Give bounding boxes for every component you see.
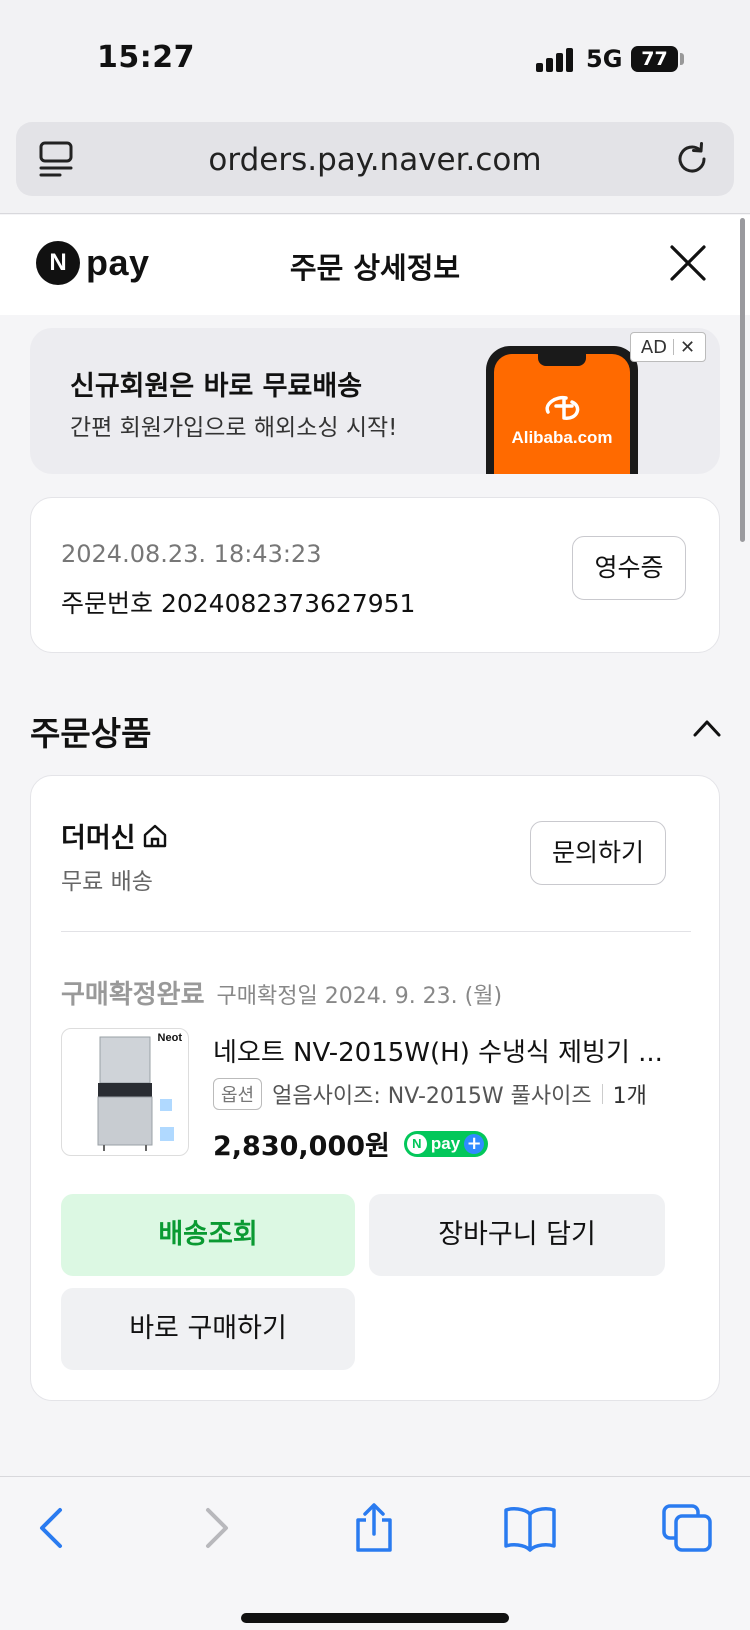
product-price: 2,830,000원 <box>213 1131 390 1162</box>
add-to-cart-button[interactable]: 장바구니 담기 <box>369 1194 665 1276</box>
share-icon[interactable] <box>346 1502 402 1554</box>
address-bar[interactable]: orders.pay.naver.com <box>16 122 734 196</box>
page-header: N pay 주문 상세정보 <box>0 215 750 315</box>
product-option: 옵션 얼음사이즈: NV-2015W 풀사이즈 1개 <box>213 1078 647 1110</box>
network-type: 5G <box>586 45 623 73</box>
page-content: N pay 주문 상세정보 신규회원은 바로 무료배송 간편 회원가입으로 해외… <box>0 215 750 1475</box>
order-number: 주문번호 2024082373627951 <box>61 589 416 618</box>
npay-plus-n: N <box>406 1133 427 1154</box>
inquiry-button[interactable]: 문의하기 <box>530 821 666 885</box>
thumbnail-brand: Neot <box>157 1032 182 1044</box>
seller-name[interactable]: 더머신 <box>61 816 168 855</box>
browser-address-area: orders.pay.naver.com <box>0 110 750 214</box>
purchase-status-label: 구매확정완료 <box>61 980 205 1010</box>
option-divider <box>601 1084 603 1104</box>
battery-cap <box>680 53 684 65</box>
status-time: 15:27 <box>97 40 195 75</box>
divider <box>61 931 691 932</box>
receipt-button[interactable]: 영수증 <box>572 536 686 600</box>
close-icon[interactable] <box>668 243 708 283</box>
ad-phone-image: Alibaba.com <box>486 346 638 474</box>
npay-plus-badge: N pay + <box>403 1130 489 1157</box>
option-text: 얼음사이즈: NV-2015W 풀사이즈 <box>272 1084 592 1109</box>
order-date: 2024.08.23. 18:43:23 <box>61 540 322 568</box>
product-card: 더머신 무료 배송 문의하기 구매확정완료 구매확정일 2024. 9. 23.… <box>30 775 720 1401</box>
url-text[interactable]: orders.pay.naver.com <box>16 142 734 178</box>
tabs-icon[interactable] <box>660 1502 716 1554</box>
ad-badge[interactable]: AD ✕ <box>630 332 706 362</box>
ad-badge-divider <box>673 339 675 355</box>
ad-subtext: 간편 회원가입으로 해외소싱 시작! <box>70 415 398 441</box>
ad-label: AD <box>640 336 668 358</box>
purchase-confirm-date: 구매확정일 2024. 9. 23. (월) <box>216 984 503 1009</box>
ad-banner[interactable]: 신규회원은 바로 무료배송 간편 회원가입으로 해외소싱 시작! Alibaba… <box>30 328 720 474</box>
store-home-icon <box>143 824 166 847</box>
home-indicator[interactable] <box>241 1613 509 1623</box>
battery-icon: 77 <box>631 46 678 72</box>
browser-toolbar <box>0 1476 750 1630</box>
quantity: 1개 <box>612 1084 647 1109</box>
ad-close-icon[interactable]: ✕ <box>680 337 695 358</box>
chevron-right-icon[interactable] <box>186 1502 242 1554</box>
seller-name-text: 더머신 <box>61 823 136 854</box>
scrollbar[interactable] <box>740 218 745 542</box>
cellular-signal-icon <box>536 48 576 72</box>
ad-phone-notch <box>538 354 586 366</box>
section-title: 주문상품 <box>30 714 152 753</box>
purchase-status: 구매확정완료 구매확정일 2024. 9. 23. (월) <box>61 974 502 1011</box>
page-title: 주문 상세정보 <box>289 251 461 285</box>
ad-headline: 신규회원은 바로 무료배송 <box>70 371 363 402</box>
ad-brand-text: Alibaba.com <box>511 428 613 447</box>
npay-plus-word: pay <box>430 1133 461 1153</box>
buy-now-button[interactable]: 바로 구매하기 <box>61 1288 355 1370</box>
book-icon[interactable] <box>502 1502 558 1554</box>
chevron-left-icon[interactable] <box>26 1502 82 1554</box>
product-name[interactable]: 네오트 NV-2015W(H) 수냉식 제빙기 ... <box>213 1032 688 1069</box>
ice-maker-image <box>97 1036 174 1151</box>
product-thumbnail[interactable]: Neot <box>61 1028 189 1156</box>
shipping-info: 무료 배송 <box>61 869 153 895</box>
plus-icon: + <box>464 1133 485 1154</box>
price-line: 2,830,000원 N pay + <box>213 1124 489 1163</box>
status-bar: 15:27 5G 77 <box>0 0 750 110</box>
ad-phone-screen: Alibaba.com <box>494 354 630 474</box>
alibaba-logo-icon <box>545 395 580 420</box>
option-tag: 옵션 <box>213 1078 263 1110</box>
chevron-up-icon[interactable] <box>692 715 722 741</box>
order-info-card: 2024.08.23. 18:43:23 주문번호 20240823736279… <box>30 497 720 653</box>
reload-icon[interactable] <box>674 141 710 177</box>
track-delivery-button[interactable]: 배송조회 <box>61 1194 355 1276</box>
